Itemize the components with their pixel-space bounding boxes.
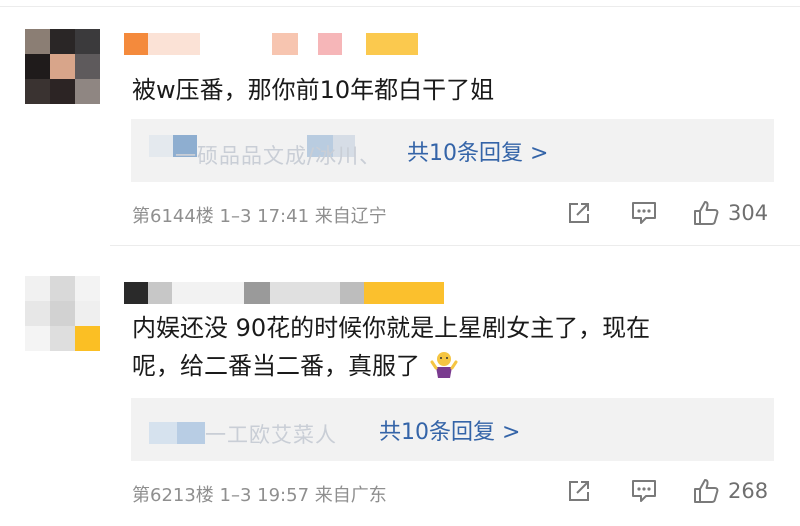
comment-text-line-2: 呢，给二番当二番，真服了 bbox=[132, 347, 458, 385]
reply-preview-text: 一硕品品文成/冰川、 bbox=[175, 144, 382, 168]
top-divider bbox=[0, 6, 800, 7]
comment-text-line-1: 内娱还没 90花的时候你就是上星剧女主了，现在 bbox=[132, 314, 651, 342]
username-blurred[interactable] bbox=[124, 282, 444, 304]
comment-button[interactable] bbox=[630, 200, 658, 226]
comment-icon bbox=[632, 480, 656, 502]
reply-user-blurred bbox=[149, 422, 205, 444]
thumbs-up-icon bbox=[694, 201, 719, 225]
comment-divider bbox=[110, 245, 800, 246]
like-count: 268 bbox=[728, 479, 769, 503]
comment-icon bbox=[632, 202, 656, 224]
comment-text-line-2-text: 呢，给二番当二番，真服了 bbox=[132, 352, 420, 380]
view-replies-link[interactable]: 共10条回复 > bbox=[379, 414, 520, 446]
share-button[interactable] bbox=[566, 478, 592, 504]
avatar[interactable] bbox=[25, 276, 100, 351]
comment-meta: 第6144楼 1–3 17:41 来自辽宁 bbox=[132, 206, 387, 227]
username-blurred[interactable] bbox=[124, 33, 418, 55]
like-button[interactable]: 304 bbox=[692, 199, 768, 227]
thumbs-up-icon bbox=[694, 479, 719, 503]
shrug-emoji bbox=[430, 352, 458, 378]
view-replies-link[interactable]: 共10条回复 > bbox=[407, 135, 548, 167]
avatar[interactable] bbox=[25, 29, 100, 104]
reply-preview-text: 一工欧艾菜人 bbox=[205, 423, 337, 447]
share-icon bbox=[569, 481, 589, 501]
share-button[interactable] bbox=[566, 200, 592, 226]
comment-text: 被w压番，那你前10年都白干了姐 bbox=[132, 76, 495, 104]
comment-meta: 第6213楼 1–3 19:57 来自广东 bbox=[132, 485, 387, 506]
reply-preview-box[interactable]: 一工欧艾菜人 共10条回复 > bbox=[131, 398, 774, 461]
share-icon bbox=[569, 203, 589, 223]
like-button[interactable]: 268 bbox=[692, 477, 768, 505]
comment-button[interactable] bbox=[630, 478, 658, 504]
reply-preview-box[interactable]: 一硕品品文成/冰川、 共10条回复 > bbox=[131, 119, 774, 182]
like-count: 304 bbox=[728, 201, 769, 225]
